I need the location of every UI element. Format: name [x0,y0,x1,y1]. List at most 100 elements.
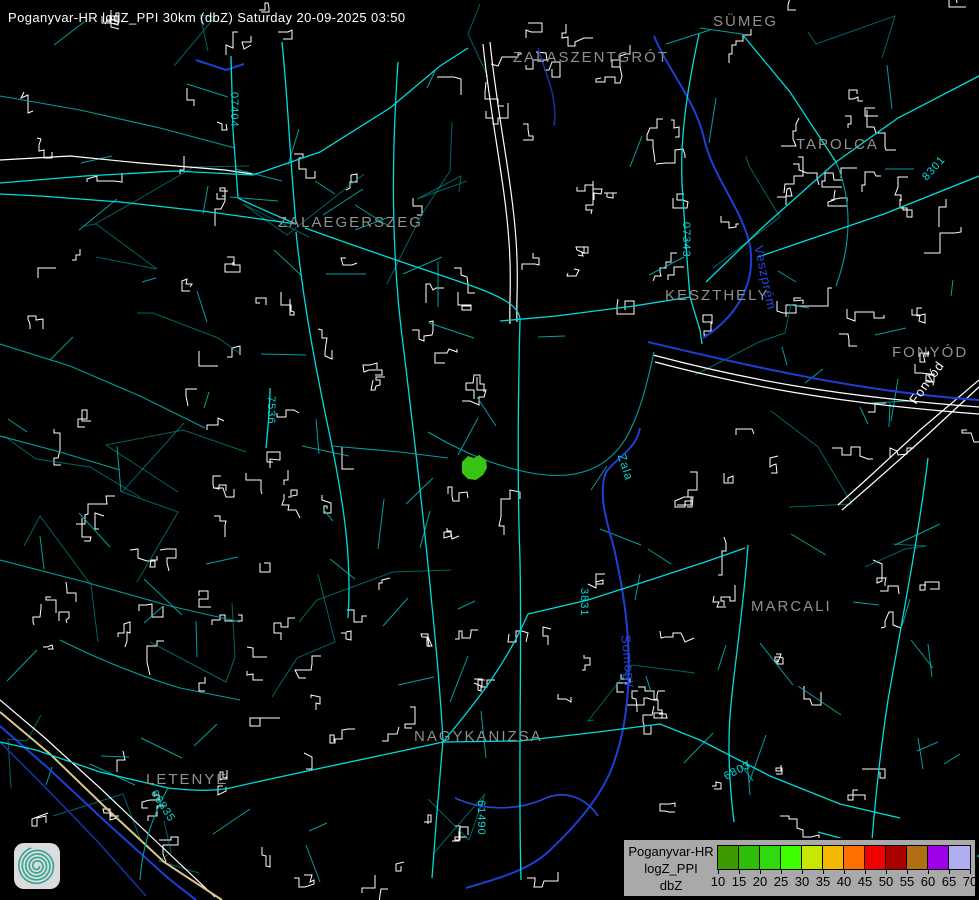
legend-color-cell [865,846,886,869]
map-line [582,655,590,670]
map-line [46,597,56,613]
map-line [242,36,251,49]
map-line [130,549,157,567]
map-line [782,347,787,365]
map-line [0,171,253,183]
map-line [306,845,320,882]
legend-color-cell [739,846,760,869]
legend-tick-label: 15 [732,874,746,889]
map-line [522,253,539,270]
map-line [417,176,467,199]
map-line [288,490,297,497]
map-line [284,470,288,485]
map-line [760,643,793,685]
map-line [260,563,270,572]
map-line [643,706,654,734]
legend-product-name: logZ_PPI [626,860,716,877]
map-line [50,337,73,360]
map-line [527,872,558,887]
map-line [7,650,37,681]
map-line [347,610,367,622]
map-line [918,738,923,769]
map-line [450,656,468,702]
map-line [588,665,695,721]
map-line [278,30,292,39]
map-line [117,751,125,772]
map-line [294,875,314,887]
city-label-zalaegerszeg: ZALAEGERSZEG [278,214,423,231]
city-label-nagykanizsa: NAGYKANIZSA [414,728,543,745]
map-line [159,821,199,873]
map-line [771,411,852,507]
map-line [274,618,295,640]
map-line [160,549,176,571]
map-line [225,257,240,272]
map-line [43,645,53,649]
legend-tick-label: 60 [921,874,935,889]
map-line [197,291,207,322]
map-line [403,257,442,274]
map-line [466,375,484,399]
legend-tick-label: 30 [795,874,809,889]
map-line [596,67,622,83]
map-line [543,627,551,645]
map-line [0,344,205,428]
map-line [939,199,946,227]
road-number-label: 3831 [578,588,590,616]
map-line [247,671,263,680]
map-line [845,116,851,128]
map-line [393,62,443,740]
map-line [267,452,280,468]
legend-color-scale [717,845,971,870]
map-line [630,136,642,167]
map-line [458,292,471,310]
map-line [322,495,331,513]
map-line [604,193,617,198]
map-line [147,641,164,675]
map-line [724,473,733,483]
map-line [666,28,742,44]
map-line [780,816,819,839]
map-line [296,232,349,618]
map-line [0,96,235,148]
map-line [398,677,434,685]
map-line [282,494,300,518]
map-line [182,279,192,291]
map-line [962,430,979,446]
map-line [871,401,909,403]
radar-map [0,0,979,900]
map-line [776,765,782,774]
map-line [577,185,602,200]
map-line [798,686,841,715]
city-label-keszthely: KESZTHELY [665,287,769,304]
legend-tick-label: 20 [753,874,767,889]
radar-echo [462,455,487,480]
map-line [282,42,296,224]
map-line [444,528,459,539]
map-line [362,875,375,893]
road-number-label: 7536 [265,396,277,424]
map-line [795,288,832,306]
map-line [576,247,588,256]
legend-color-cell [886,846,907,869]
map-line [277,410,299,417]
map-line [33,604,41,625]
map-line [405,707,415,728]
map-line [951,280,953,296]
map-line [944,754,960,764]
radar-spiral-logo-icon[interactable] [14,843,60,889]
map-line [784,157,803,193]
map-line [432,740,443,878]
map-line [822,173,843,187]
map-line [60,640,240,700]
map-line [204,392,209,408]
map-line [226,32,238,55]
legend-tick-label: 70 [963,874,977,889]
map-line [28,316,43,329]
map-line [106,430,246,492]
map-line [718,645,726,670]
map-line [137,313,241,354]
map-line [920,582,939,590]
map-line [214,516,226,537]
map-line [490,42,517,322]
